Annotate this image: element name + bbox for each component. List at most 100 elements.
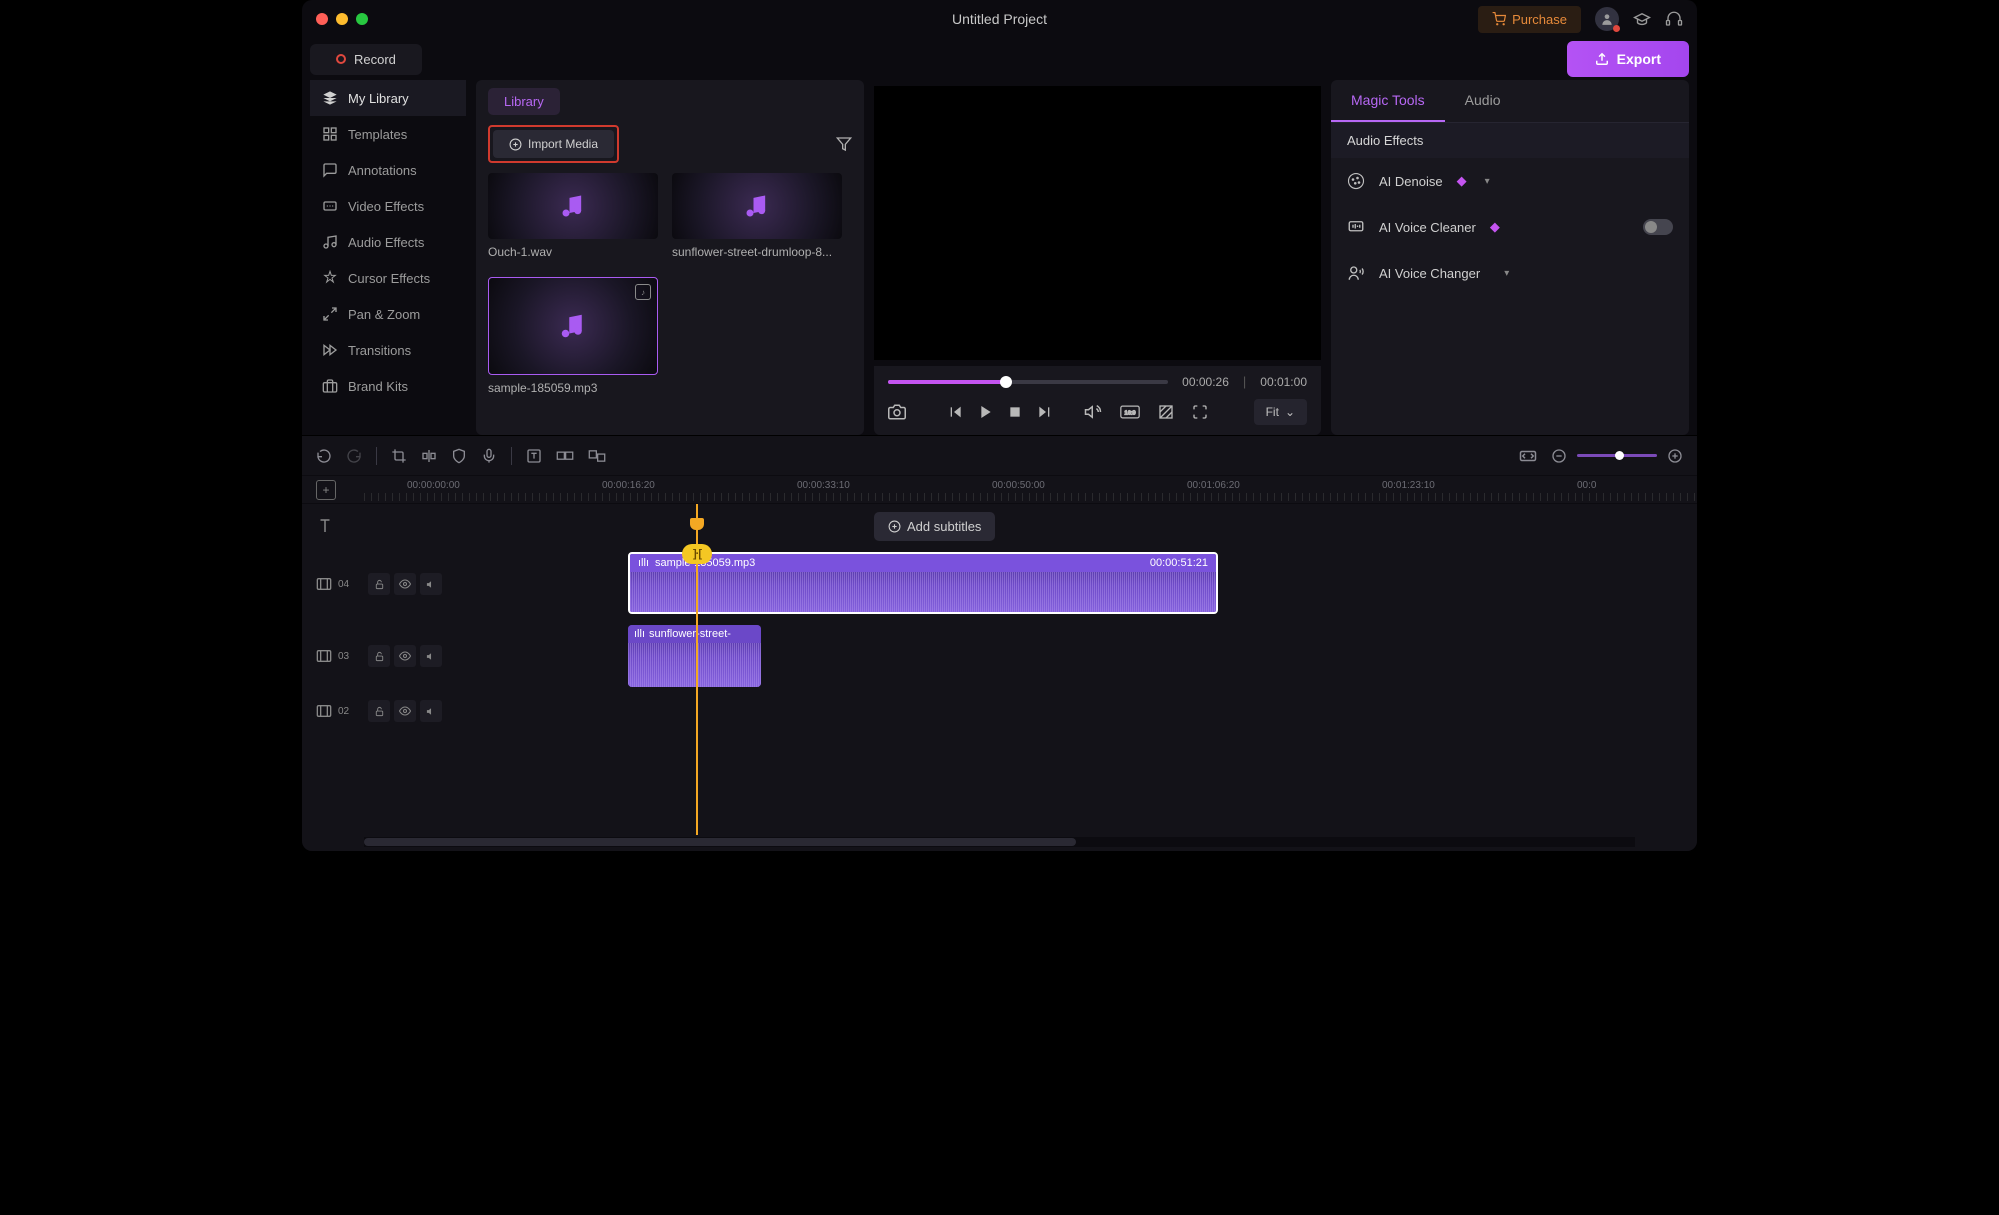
purchase-label: Purchase xyxy=(1512,12,1567,27)
briefcase-icon xyxy=(322,378,338,394)
playhead-handle-icon[interactable] xyxy=(690,518,704,530)
ai-voice-cleaner-label: AI Voice Cleaner xyxy=(1379,220,1476,235)
preview-screen[interactable] xyxy=(874,86,1321,360)
purchase-button[interactable]: Purchase xyxy=(1478,6,1581,33)
fit-select[interactable]: Fit⌄ xyxy=(1254,399,1307,425)
ai-denoise-item[interactable]: AI Denoise ◆ ▾ xyxy=(1331,158,1689,204)
action-bar: Record Export xyxy=(302,38,1697,80)
sidebar-item-pan-zoom[interactable]: Pan & Zoom xyxy=(310,296,466,332)
tab-audio[interactable]: Audio xyxy=(1445,80,1521,122)
import-media-button[interactable]: Import Media xyxy=(493,130,614,158)
avatar[interactable] xyxy=(1595,7,1619,31)
media-item-selected[interactable]: ♪ sample-185059.mp3 xyxy=(488,277,658,395)
headset-icon[interactable] xyxy=(1665,10,1683,28)
ai-voice-changer-item[interactable]: AI Voice Changer ▾ xyxy=(1331,250,1689,296)
voice-cleaner-toggle[interactable] xyxy=(1643,219,1673,235)
sidebar-item-label: Templates xyxy=(348,127,407,142)
gem-icon: ◆ xyxy=(1457,173,1467,189)
step-fwd-icon[interactable] xyxy=(1036,404,1052,420)
redo-icon[interactable] xyxy=(346,448,362,464)
sidebar-item-audio-effects[interactable]: Audio Effects xyxy=(310,224,466,260)
add-track-button[interactable]: + xyxy=(316,480,336,500)
hatch-icon[interactable] xyxy=(1158,404,1174,420)
volume-icon[interactable] xyxy=(1084,403,1102,421)
mute-icon[interactable] xyxy=(420,700,442,722)
titlebar: Untitled Project Purchase xyxy=(302,0,1697,38)
sidebar-item-video-effects[interactable]: Video Effects xyxy=(310,188,466,224)
tab-magic-tools[interactable]: Magic Tools xyxy=(1331,80,1445,122)
lock-icon[interactable] xyxy=(368,573,390,595)
ruler-tick: 00:01:06:20 xyxy=(1187,480,1240,491)
filter-icon[interactable] xyxy=(836,136,852,152)
magic-panel: Magic Tools Audio Audio Effects AI Denoi… xyxy=(1331,80,1689,435)
lock-icon[interactable] xyxy=(368,645,390,667)
chevron-down-icon[interactable]: ▾ xyxy=(1504,268,1509,279)
play-icon[interactable] xyxy=(978,404,994,420)
snapshot-icon[interactable] xyxy=(888,403,906,421)
text-icon[interactable] xyxy=(526,448,542,464)
zoom-slider[interactable] xyxy=(1577,454,1657,457)
close-icon[interactable] xyxy=(316,13,328,25)
sidebar-item-label: Brand Kits xyxy=(348,379,408,394)
playhead[interactable]: ]·[ xyxy=(696,504,698,835)
media-name: sunflower-street-drumloop-8... xyxy=(672,245,842,259)
time-total: 00:01:00 xyxy=(1260,375,1307,389)
media-name: Ouch-1.wav xyxy=(488,245,658,259)
add-subtitles-button[interactable]: Add subtitles xyxy=(874,512,995,541)
scrubber[interactable] xyxy=(888,380,1168,384)
fit-timeline-icon[interactable] xyxy=(1519,448,1537,464)
eye-icon[interactable] xyxy=(394,573,416,595)
timeline-ruler[interactable]: + 00:00:00:00 00:00:16:20 00:00:33:10 00… xyxy=(302,476,1697,504)
layers2-icon[interactable] xyxy=(588,448,606,464)
zoom-out-icon[interactable] xyxy=(1551,448,1567,464)
clip-name: sunflower-street- xyxy=(649,628,731,640)
stop-icon[interactable] xyxy=(1008,405,1022,419)
audio-clip-1[interactable]: ıllısample-185059.mp300:00:51:21 xyxy=(628,552,1218,614)
library-tab[interactable]: Library xyxy=(488,88,560,115)
upload-icon xyxy=(1595,52,1609,66)
learn-icon[interactable] xyxy=(1633,10,1651,28)
film-icon xyxy=(316,648,332,664)
eye-icon[interactable] xyxy=(394,645,416,667)
message-icon xyxy=(322,162,338,178)
media-item[interactable]: sunflower-street-drumloop-8... xyxy=(672,173,842,259)
aspect-icon[interactable]: 16:9 xyxy=(1120,405,1140,419)
step-back-icon[interactable] xyxy=(948,404,964,420)
eye-icon[interactable] xyxy=(394,700,416,722)
time-current: 00:00:26 xyxy=(1182,375,1229,389)
sidebar-item-cursor-effects[interactable]: Cursor Effects xyxy=(310,260,466,296)
preview-panel: 00:00:26 | 00:01:00 16:9 xyxy=(874,80,1321,435)
crop-icon[interactable] xyxy=(391,448,407,464)
timeline-scrollbar[interactable] xyxy=(364,837,1635,847)
sidebar-item-brand-kits[interactable]: Brand Kits xyxy=(310,368,466,404)
split-icon[interactable] xyxy=(421,448,437,464)
undo-icon[interactable] xyxy=(316,448,332,464)
media-item[interactable]: Ouch-1.wav xyxy=(488,173,658,259)
sidebar-item-annotations[interactable]: Annotations xyxy=(310,152,466,188)
sidebar-item-transitions[interactable]: Transitions xyxy=(310,332,466,368)
record-button[interactable]: Record xyxy=(310,44,422,75)
mute-icon[interactable] xyxy=(420,645,442,667)
ruler-tick: 00:00:16:20 xyxy=(602,480,655,491)
zoom-in-icon[interactable] xyxy=(1667,448,1683,464)
audio-clip-2[interactable]: ıllısunflower-street- xyxy=(628,625,761,687)
sidebar-item-templates[interactable]: Templates xyxy=(310,116,466,152)
mute-icon[interactable] xyxy=(420,573,442,595)
track-row-02: 02 xyxy=(302,692,1697,730)
plus-circle-icon xyxy=(888,520,901,533)
plus-circle-icon xyxy=(509,138,522,151)
mic-icon[interactable] xyxy=(481,448,497,464)
film-icon xyxy=(316,576,332,592)
shield-icon[interactable] xyxy=(451,448,467,464)
minimize-icon[interactable] xyxy=(336,13,348,25)
fullscreen-icon[interactable] xyxy=(1192,404,1208,420)
lock-icon[interactable] xyxy=(368,700,390,722)
layers-icon[interactable] xyxy=(556,448,574,464)
export-button[interactable]: Export xyxy=(1567,41,1689,77)
sidebar-item-my-library[interactable]: My Library xyxy=(310,80,466,116)
split-indicator-icon[interactable]: ]·[ xyxy=(682,544,712,564)
maximize-icon[interactable] xyxy=(356,13,368,25)
chevron-down-icon[interactable]: ▾ xyxy=(1485,176,1490,187)
cart-icon xyxy=(1492,12,1506,26)
transition-icon xyxy=(322,342,338,358)
